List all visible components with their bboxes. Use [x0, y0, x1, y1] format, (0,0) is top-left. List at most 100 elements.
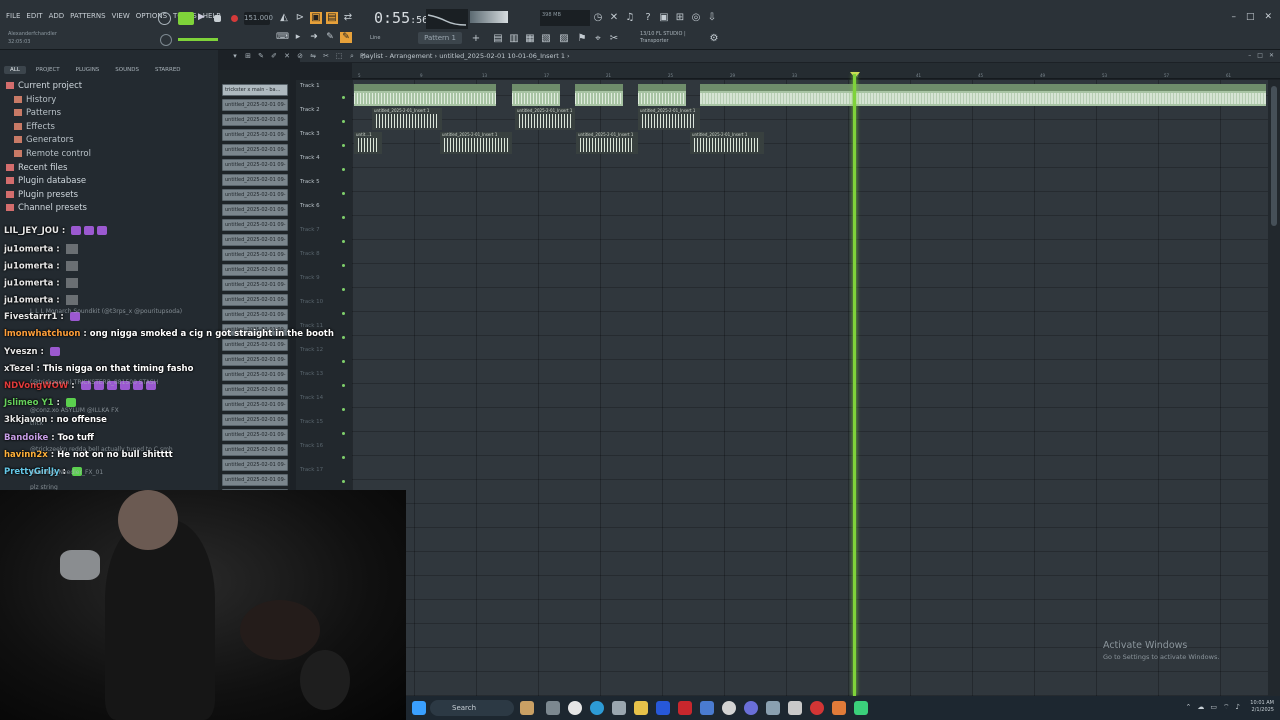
playlist-menu-icon[interactable]: ▾ — [230, 52, 240, 61]
browser-tree-item[interactable]: Current project — [6, 80, 91, 94]
folder-icon[interactable] — [634, 701, 648, 715]
settings-icon[interactable]: ⚙ — [708, 33, 720, 45]
slip-tool-icon[interactable]: ⇋ — [308, 52, 318, 61]
draw-tool-icon[interactable]: ✎ — [256, 52, 266, 61]
add-pattern-icon[interactable]: + — [470, 33, 482, 45]
record-icon[interactable] — [231, 15, 238, 22]
slice-tool-icon[interactable]: ✂ — [321, 52, 331, 61]
blend-notes-icon[interactable]: ⇄ — [342, 12, 354, 24]
start-icon[interactable] — [412, 701, 426, 715]
mail-icon[interactable] — [766, 701, 780, 715]
audio-clip[interactable]: trickster x main — [512, 84, 560, 106]
play-icon[interactable]: ▶ — [198, 12, 211, 25]
channel-item[interactable]: untitled_2025-02-01 09- — [222, 174, 288, 186]
tab-sounds[interactable]: SOUNDS — [109, 66, 145, 74]
audio-clip[interactable]: untit...1 — [354, 132, 382, 154]
chat-username[interactable]: ju1omerta — [4, 245, 53, 255]
menu-edit[interactable]: EDIT — [26, 12, 42, 20]
channel-item[interactable]: untitled_2025-02-01 09- — [222, 129, 288, 141]
audio-clip[interactable]: untitled_2025-2-01_Insert 1 — [576, 132, 638, 154]
app-circle-icon[interactable] — [722, 701, 736, 715]
taskview-icon[interactable] — [546, 701, 560, 715]
audio-clip[interactable]: untitled_2025-2-01_Insert 1 — [440, 132, 512, 154]
menu-add[interactable]: ADD — [49, 12, 65, 20]
chat-username[interactable]: ju1omerta — [4, 262, 53, 272]
browser-tree-item[interactable]: Remote control — [6, 148, 91, 162]
track-enable-led[interactable] — [342, 432, 345, 435]
audio-clip[interactable]: trickster x main - ba...(1)skin (Trap) — [354, 84, 496, 106]
audio-clip[interactable]: untitled_2025-2-01_Insert 1 — [515, 108, 575, 130]
widget-icon[interactable] — [520, 701, 534, 715]
playlist-close-icon[interactable]: ✕ — [1269, 52, 1274, 59]
plugin-icon[interactable]: ⊞ — [674, 12, 686, 24]
master-pitch-slider[interactable] — [178, 38, 218, 41]
track-enable-led[interactable] — [342, 312, 345, 315]
track-enable-led[interactable] — [342, 168, 345, 171]
track-label[interactable]: Track 3 — [300, 131, 320, 137]
edge-icon[interactable] — [590, 701, 604, 715]
browser-tree-item[interactable]: Patterns — [6, 107, 91, 121]
track-enable-led[interactable] — [342, 144, 345, 147]
piano-roll-icon[interactable]: ▥ — [508, 33, 520, 45]
mixer-icon[interactable]: ✕ — [608, 12, 620, 24]
browser-tree-item[interactable]: History — [6, 94, 91, 108]
taskbar-search[interactable]: Search — [430, 700, 514, 716]
browser-tree-item[interactable]: Plugin presets — [6, 189, 91, 203]
store-icon[interactable] — [612, 701, 626, 715]
channel-item[interactable]: untitled_2025-02-01 09- — [222, 189, 288, 201]
scrollbar-thumb[interactable] — [1271, 86, 1277, 226]
mic-icon[interactable]: ♫ — [624, 12, 636, 24]
save-icon[interactable]: ▣ — [658, 12, 670, 24]
countdown-icon[interactable]: ▣ — [310, 12, 322, 24]
fl-studio-taskbar-icon[interactable] — [832, 701, 846, 715]
chat-username[interactable]: ju1omerta — [4, 279, 53, 289]
track-enable-led[interactable] — [342, 336, 345, 339]
clock-icon[interactable]: ◷ — [592, 12, 604, 24]
browser-icon[interactable]: ▨ — [558, 33, 570, 45]
menu-view[interactable]: VIEW — [112, 12, 130, 20]
wait-icon[interactable]: ⊳ — [294, 12, 306, 24]
tempo-tapper-icon[interactable]: ⌖ — [592, 33, 604, 45]
track-enable-led[interactable] — [342, 216, 345, 219]
track-enable-led[interactable] — [342, 480, 345, 483]
tab-project[interactable]: PROJECT — [30, 66, 66, 74]
snap-select[interactable]: Line — [370, 35, 380, 41]
track-label[interactable]: Track 5 — [300, 179, 320, 185]
paint-tool-icon[interactable]: ✐ — [269, 52, 279, 61]
app-red-icon[interactable] — [678, 701, 692, 715]
track-enable-led[interactable] — [342, 408, 345, 411]
tab-starred[interactable]: STARRED — [149, 66, 187, 74]
track-enable-led[interactable] — [342, 120, 345, 123]
menu-file[interactable]: FILE — [6, 12, 20, 20]
channel-item[interactable]: untitled_2025-02-01 09- — [222, 99, 288, 111]
chat-username[interactable]: LIL_JEY_JOU — [4, 226, 59, 236]
record-mode-icon[interactable] — [158, 12, 171, 25]
select-tool-icon[interactable]: ⬚ — [334, 52, 344, 61]
track-label[interactable]: Track 4 — [300, 155, 320, 161]
chat-username[interactable]: xTezel — [4, 364, 34, 374]
channel-rack-icon[interactable]: ▦ — [524, 33, 536, 45]
track-enable-led[interactable] — [342, 360, 345, 363]
maximize-icon[interactable]: □ — [1246, 12, 1255, 22]
master-volume-knob[interactable] — [160, 34, 172, 46]
close-icon[interactable]: ✕ — [1264, 12, 1272, 22]
pencil-icon[interactable]: ✎ — [324, 32, 336, 43]
mixer-view-icon[interactable]: ▧ — [540, 33, 552, 45]
mute-tool-icon[interactable]: ⊘ — [295, 52, 305, 61]
timeline-ruler[interactable]: 591317212529333741454953576165 — [352, 63, 1280, 79]
pat-song-toggle[interactable] — [178, 12, 194, 25]
plugin-picker-icon[interactable]: ⚑ — [576, 33, 588, 45]
browser-tree-item[interactable]: Channel presets — [6, 202, 91, 216]
metronome-icon[interactable]: ◭ — [278, 12, 290, 24]
app-l-icon[interactable] — [656, 701, 670, 715]
tray-wifi-icon[interactable]: ⌔ — [1223, 703, 1230, 712]
tab-all[interactable]: ALL — [4, 66, 26, 74]
obs-icon[interactable] — [810, 701, 824, 715]
chat-icon[interactable]: ◎ — [690, 12, 702, 24]
audio-clip[interactable]: untitled_2025-2-01_Insert 1 — [638, 108, 700, 130]
audio-clip[interactable]: untitled_2025-2-01_Insert 1 — [372, 108, 442, 130]
download-icon[interactable]: ⇩ — [706, 12, 718, 24]
play-pattern-icon[interactable]: ▸ — [292, 32, 304, 43]
track-enable-led[interactable] — [342, 96, 345, 99]
delete-tool-icon[interactable]: ✕ — [282, 52, 292, 61]
